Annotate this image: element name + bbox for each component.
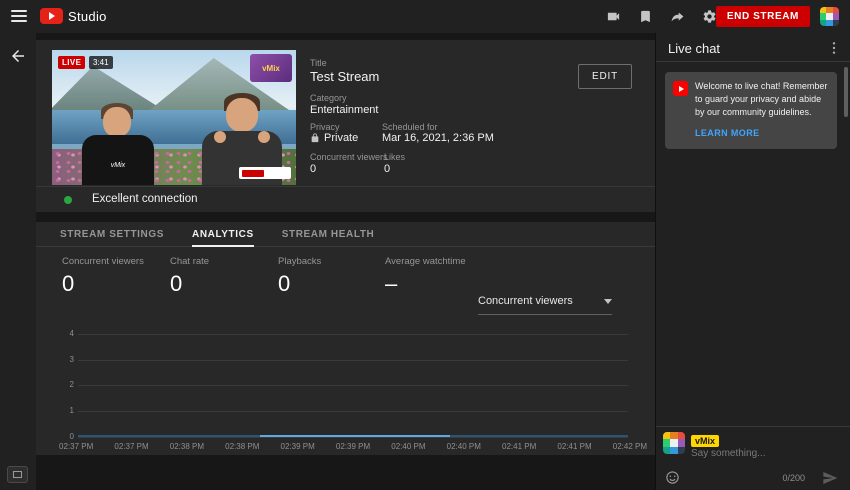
divider <box>656 426 850 427</box>
y-axis-tick-label: 3 <box>50 356 74 364</box>
welcome-text: Welcome to live chat! Remember to guard … <box>695 80 829 119</box>
title-label: Title <box>310 58 327 68</box>
category-value: Entertainment <box>310 104 378 116</box>
vmix-thumbnail-overlay: vMix <box>250 54 292 82</box>
menu-icon[interactable] <box>11 10 27 24</box>
back-arrow-icon[interactable] <box>9 47 27 65</box>
youtube-icon <box>673 81 688 96</box>
x-axis-tick-label: 02:40 PM <box>391 442 425 451</box>
metric-average-watchtime: Average watchtime – <box>385 256 466 297</box>
chevron-down-icon <box>604 299 612 304</box>
youtube-play-icon <box>40 8 63 24</box>
y-axis-tick-label: 2 <box>50 381 74 389</box>
x-axis-tick-label: 02:42 PM <box>613 442 647 451</box>
chart-gridline <box>78 411 628 412</box>
divider <box>36 186 655 187</box>
x-axis-tick-label: 02:38 PM <box>170 442 204 451</box>
tab-stream-health[interactable]: STREAM HEALTH <box>282 222 375 246</box>
settings-gear-icon[interactable] <box>702 9 717 24</box>
scheduled-label: Scheduled for <box>382 122 438 132</box>
connection-status-text: Excellent connection <box>92 193 197 205</box>
x-axis-tick-label: 02:41 PM <box>557 442 591 451</box>
dropdown-selected-value: Concurrent viewers <box>478 295 573 307</box>
topbar-actions <box>606 0 717 33</box>
vmix-mosaic-logo <box>820 7 839 26</box>
chat-message-input[interactable] <box>691 448 831 459</box>
chart-gridline <box>78 334 628 335</box>
chart-gridline <box>78 360 628 361</box>
bookmark-icon[interactable] <box>638 9 653 24</box>
privacy-value: Private <box>310 132 358 144</box>
x-axis-tick-label: 02:40 PM <box>447 442 481 451</box>
left-rail <box>0 33 36 490</box>
y-axis-tick-label: 4 <box>50 330 74 338</box>
lock-icon <box>310 133 320 143</box>
chart-gridline <box>78 437 628 438</box>
y-axis-tick-label: 0 <box>50 433 74 441</box>
stream-title: Test Stream <box>310 69 379 84</box>
chat-user-avatar[interactable] <box>663 432 685 454</box>
connection-status-dot <box>64 196 72 204</box>
stream-info-card: vMix vMix LIVE 3:41 Title Test Stream Ca… <box>36 40 655 212</box>
privacy-text: Private <box>324 132 358 144</box>
x-axis-tick-label: 02:39 PM <box>281 442 315 451</box>
shirt-logo-text: vMix <box>82 162 154 169</box>
subscribe-overlay <box>239 167 291 179</box>
chart-gridline <box>78 385 628 386</box>
youtube-studio-live-dashboard: Studio END STREAM <box>0 0 850 490</box>
learn-more-link[interactable]: LEARN MORE <box>695 128 760 138</box>
x-axis-tick-label: 02:37 PM <box>114 442 148 451</box>
presenter-left: vMix <box>82 103 154 185</box>
tab-analytics[interactable]: ANALYTICS <box>192 222 254 246</box>
tab-bar: STREAM SETTINGS ANALYTICS STREAM HEALTH <box>36 222 655 247</box>
chat-options-kebab-icon[interactable] <box>826 40 842 56</box>
left-rail-bottom-icon[interactable] <box>7 466 28 483</box>
send-message-icon[interactable] <box>822 470 838 486</box>
live-preview-player[interactable]: vMix vMix LIVE 3:41 <box>52 50 296 185</box>
chart-metric-dropdown[interactable]: Concurrent viewers <box>478 295 612 315</box>
topbar: Studio END STREAM <box>0 0 850 33</box>
live-chat-panel: Live chat Welcome to live chat! Remember… <box>655 33 850 490</box>
x-axis-tick-label: 02:38 PM <box>225 442 259 451</box>
elapsed-time-badge: 3:41 <box>89 56 113 69</box>
y-axis-tick-label: 1 <box>50 407 74 415</box>
live-badge: LIVE <box>58 56 85 69</box>
account-avatar[interactable] <box>820 7 839 26</box>
x-axis: 02:37 PM 02:37 PM 02:38 PM 02:38 PM 02:3… <box>59 442 647 451</box>
likes-label: Likes <box>384 152 405 162</box>
x-axis-tick-label: 02:39 PM <box>336 442 370 451</box>
metric-concurrent-viewers: Concurrent viewers 0 <box>62 256 144 297</box>
vmix-mosaic-logo <box>663 432 685 454</box>
chat-welcome-message: Welcome to live chat! Remember to guard … <box>665 72 837 149</box>
concurrent-viewers-label: Concurrent viewers <box>310 152 388 162</box>
privacy-label: Privacy <box>310 122 340 132</box>
scheduled-value: Mar 16, 2021, 2:36 PM <box>382 132 494 144</box>
end-stream-button[interactable]: END STREAM <box>716 6 810 27</box>
edit-button[interactable]: EDIT <box>578 64 632 89</box>
brand-text: Studio <box>68 9 107 24</box>
analytics-card: STREAM SETTINGS ANALYTICS STREAM HEALTH … <box>36 222 655 455</box>
stream-camera-icon[interactable] <box>606 9 621 24</box>
share-icon[interactable] <box>670 9 685 24</box>
x-axis-tick-label: 02:41 PM <box>502 442 536 451</box>
live-chat-title: Live chat <box>668 41 720 56</box>
likes-value: 0 <box>384 163 390 175</box>
tab-stream-settings[interactable]: STREAM SETTINGS <box>60 222 164 246</box>
youtube-studio-logo[interactable]: Studio <box>40 8 107 24</box>
category-label: Category <box>310 93 347 103</box>
chat-username-badge: vMix <box>691 435 719 447</box>
concurrent-viewers-value: 0 <box>310 163 316 175</box>
metric-playbacks: Playbacks 0 <box>278 256 321 297</box>
live-chat-header: Live chat <box>656 33 850 62</box>
character-counter: 0/200 <box>782 473 805 483</box>
chat-scrollbar[interactable] <box>844 67 848 117</box>
metric-chat-rate: Chat rate 0 <box>170 256 209 297</box>
concurrent-viewers-line-highlight <box>260 435 450 437</box>
x-axis-tick-label: 02:37 PM <box>59 442 93 451</box>
emoji-icon[interactable] <box>665 470 680 485</box>
